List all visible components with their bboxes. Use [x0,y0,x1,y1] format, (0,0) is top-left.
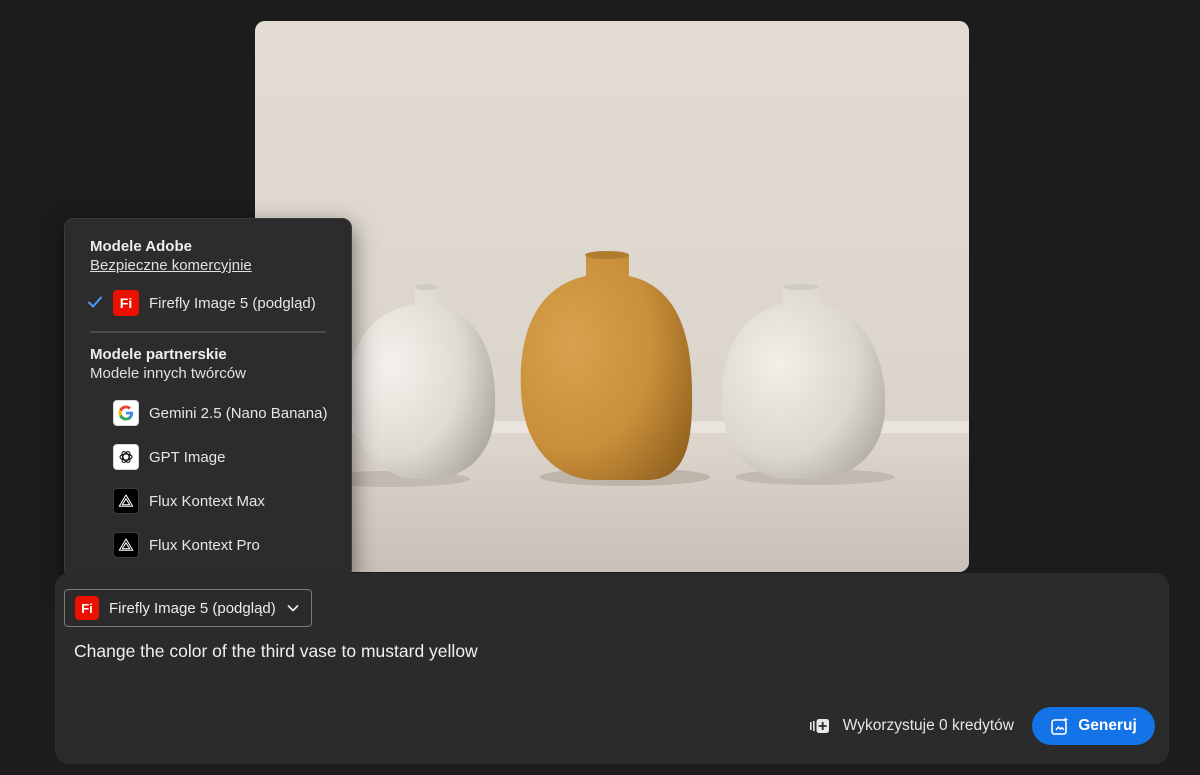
model-dropdown-menu: Modele Adobe Bezpieczne komercyjnie Fi F… [64,218,352,579]
commercially-safe-link[interactable]: Bezpieczne komercyjnie [90,256,351,275]
prompt-input[interactable]: Change the color of the third vase to mu… [74,641,974,667]
menu-item-flux-kontext-max[interactable]: Flux Kontext Max [65,479,351,523]
flux-icon [113,488,139,514]
model-picker-label: Firefly Image 5 (podgląd) [109,599,276,617]
flux-icon [113,532,139,558]
checkmark-icon [88,296,102,308]
generated-image[interactable] [255,21,969,572]
google-icon [113,400,139,426]
menu-item-label: Firefly Image 5 (podgląd) [149,294,316,312]
generate-icon [1051,717,1069,735]
menu-divider [90,331,326,333]
generate-button[interactable]: Generuj [1032,707,1155,745]
partner-models-heading: Modele partnerskie [90,346,227,363]
menu-item-label: GPT Image [149,448,226,466]
chevron-down-icon [287,605,299,612]
credits-usage-text: Wykorzystuje 0 kredytów [842,717,1014,734]
menu-item-label: Flux Kontext Pro [149,536,260,554]
firefly-icon: Fi [113,290,139,316]
menu-item-firefly-image-5[interactable]: Fi Firefly Image 5 (podgląd) [65,281,351,325]
vases-image [255,21,969,572]
credits-icon [809,719,829,733]
menu-item-label: Gemini 2.5 (Nano Banana) [149,404,328,422]
menu-item-gpt-image[interactable]: GPT Image [65,435,351,479]
menu-item-gemini[interactable]: Gemini 2.5 (Nano Banana) [65,391,351,435]
generate-button-label: Generuj [1078,717,1137,734]
model-picker-button[interactable]: Fi Firefly Image 5 (podgląd) [64,589,312,627]
menu-item-flux-kontext-pro[interactable]: Flux Kontext Pro [65,523,351,567]
firefly-icon: Fi [75,596,99,620]
composer-footer: Wykorzystuje 0 kredytów Generuj [809,707,1155,745]
menu-item-label: Flux Kontext Max [149,492,265,510]
adobe-models-heading: Modele Adobe [90,238,192,255]
openai-icon [113,444,139,470]
prompt-composer: Fi Firefly Image 5 (podgląd) Change the … [55,573,1169,764]
partner-models-subtitle: Modele innych twórców [90,365,246,382]
firefly-workspace: Modele Adobe Bezpieczne komercyjnie Fi F… [0,0,1200,775]
